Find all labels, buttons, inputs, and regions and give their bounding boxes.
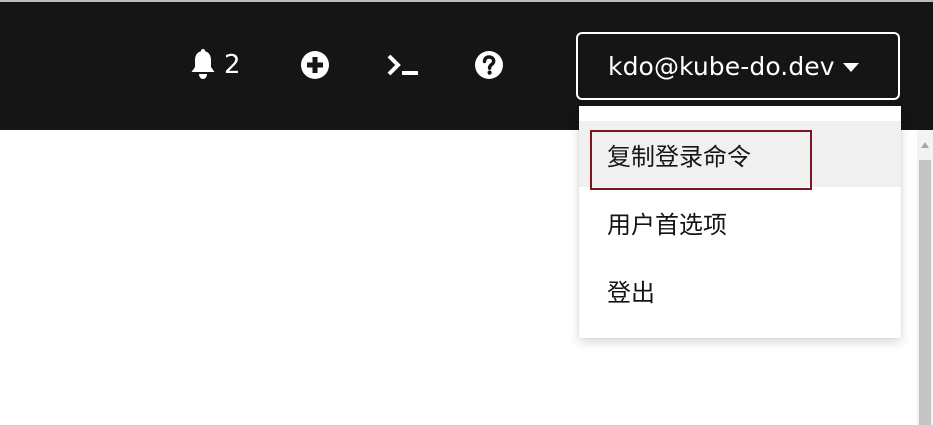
app-screen: 2 kdo@kube-do.dev 复制登录命令 用户首选项 登出: [0, 0, 933, 425]
help-button[interactable]: [474, 45, 504, 85]
menu-item-copy-login-command[interactable]: 复制登录命令: [579, 121, 901, 187]
username-label: kdo@kube-do.dev: [608, 51, 835, 81]
menu-item-label: 登出: [607, 278, 655, 307]
notifications-button[interactable]: 2: [188, 45, 241, 85]
menu-item-label: 用户首选项: [607, 210, 727, 239]
plus-circle-icon: [300, 50, 330, 80]
notification-count: 2: [224, 50, 241, 80]
add-button[interactable]: [300, 45, 330, 85]
bell-icon: [188, 49, 218, 81]
scrollbar-thumb[interactable]: [919, 160, 931, 425]
caret-down-icon: [842, 58, 859, 77]
question-circle-icon: [474, 50, 504, 80]
menu-item-logout[interactable]: 登出: [579, 257, 901, 323]
terminal-icon: [386, 50, 420, 80]
user-dropdown-menu: 复制登录命令 用户首选项 登出: [579, 106, 901, 338]
menu-item-user-preferences[interactable]: 用户首选项: [579, 189, 901, 255]
terminal-button[interactable]: [386, 45, 420, 85]
scroll-up-arrow-icon[interactable]: [921, 142, 929, 148]
user-menu-toggle[interactable]: kdo@kube-do.dev: [576, 32, 900, 100]
menu-item-label: 复制登录命令: [607, 142, 751, 171]
vertical-scrollbar[interactable]: [917, 130, 933, 425]
